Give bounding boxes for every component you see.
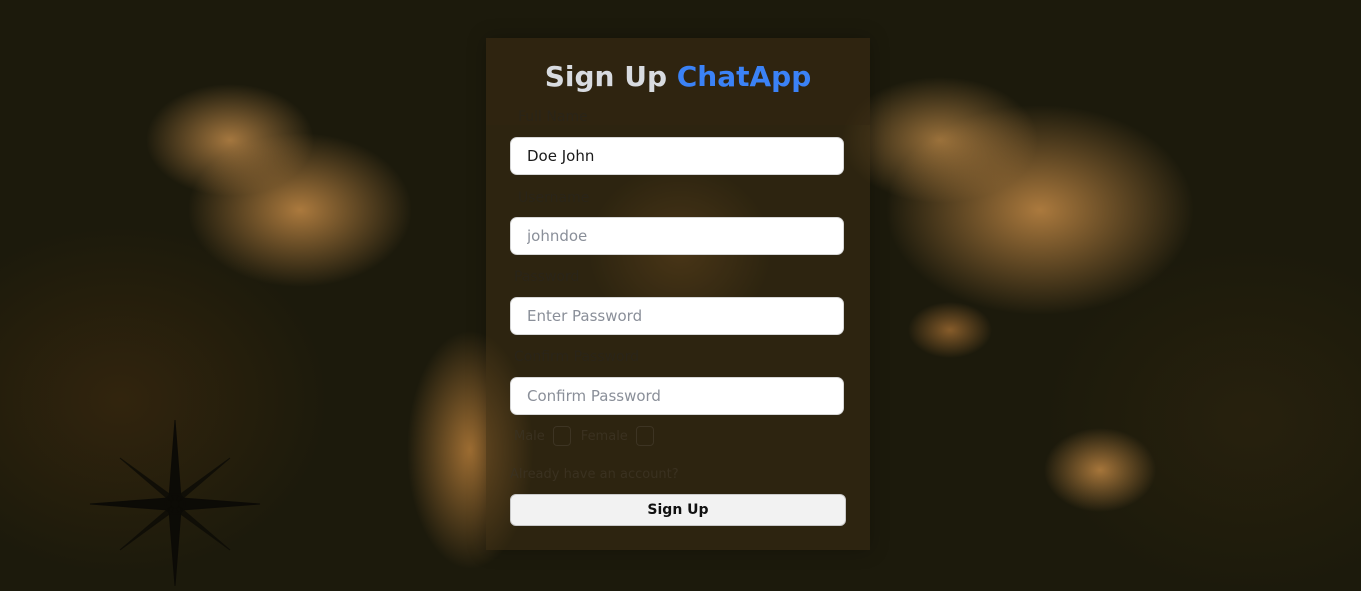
- compass-rose-icon: [89, 419, 261, 587]
- full-name-label: Full Name: [518, 109, 588, 125]
- confirm-password-label: Confirm Password: [514, 349, 640, 365]
- gender-female-label: Female: [580, 428, 628, 444]
- confirm-password-input[interactable]: [510, 377, 844, 415]
- signup-card: Sign Up ChatApp Full Name Username Passw…: [486, 38, 870, 550]
- username-label: Username: [518, 190, 590, 206]
- page-title: Sign Up ChatApp: [486, 60, 870, 93]
- gender-female-checkbox[interactable]: [635, 426, 654, 446]
- gender-male-label: Male: [514, 428, 545, 444]
- title-prefix: Sign Up: [544, 60, 667, 93]
- login-link[interactable]: Already have an account?: [510, 467, 679, 482]
- full-name-input[interactable]: [510, 137, 844, 175]
- signup-button[interactable]: Sign Up: [510, 494, 846, 526]
- password-label: Password: [514, 269, 580, 285]
- brand-name: ChatApp: [676, 60, 812, 93]
- gender-male-checkbox[interactable]: [552, 426, 571, 446]
- password-input[interactable]: [510, 297, 844, 335]
- username-input[interactable]: [510, 217, 844, 255]
- gender-selector: Male Female: [514, 426, 664, 446]
